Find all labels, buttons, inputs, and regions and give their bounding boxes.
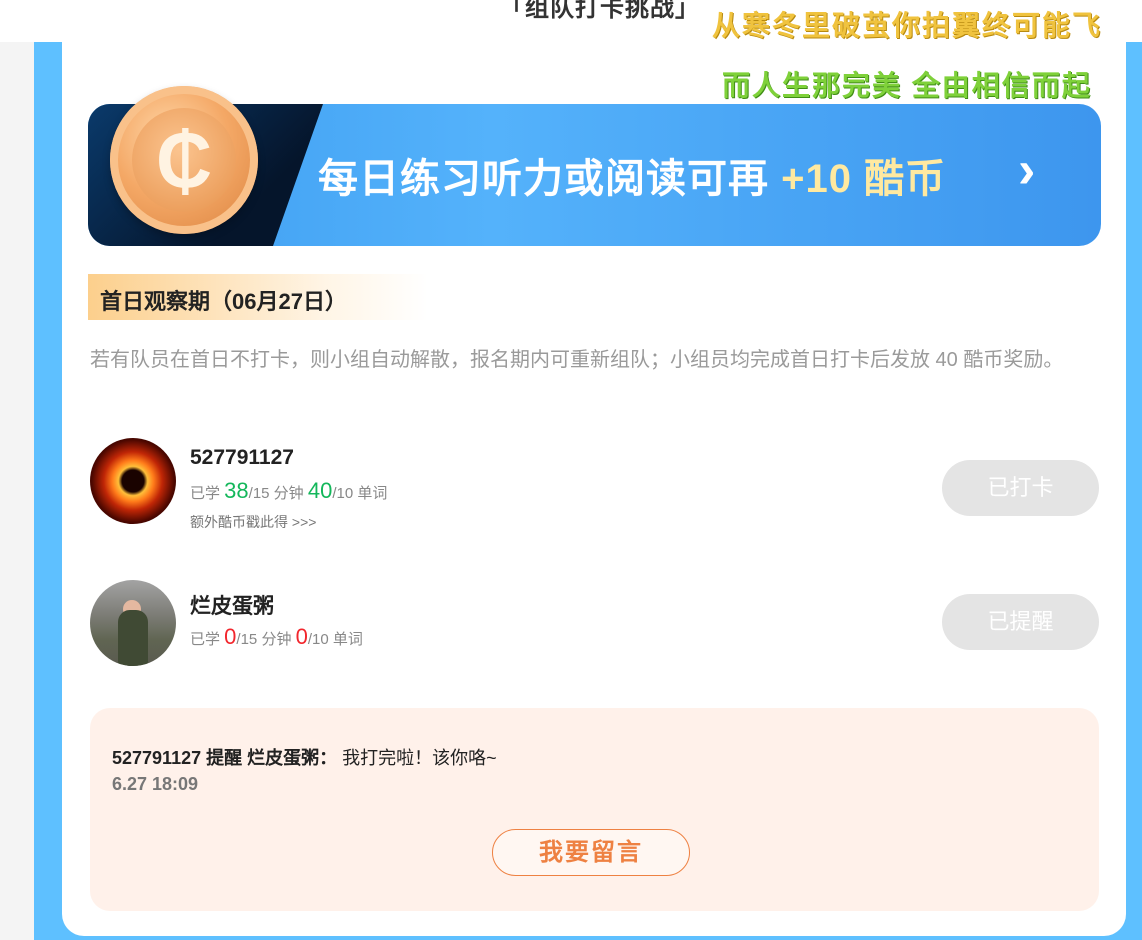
message-sender: 527791127 bbox=[112, 748, 202, 768]
member-row: 527791127 已学 38/15 分钟 40/10 单词 额外酷币戳此得 >… bbox=[90, 438, 1100, 530]
team-challenge-title: 「组队打卡挑战」 bbox=[500, 0, 700, 22]
avatar[interactable] bbox=[90, 438, 176, 524]
lyric-subtitle-line1: 从寒冬里破茧你拍翼终可能飞 bbox=[712, 10, 1103, 41]
chevron-right-icon[interactable]: › bbox=[1018, 140, 1035, 200]
coin-symbol: ₵ bbox=[132, 108, 236, 212]
coin-icon: ₵ bbox=[110, 86, 258, 234]
message-timestamp: 6.27 18:09 bbox=[112, 774, 199, 794]
stats-prefix: 已学 bbox=[190, 631, 225, 648]
words-value: 40 bbox=[307, 478, 333, 503]
reminded-button[interactable]: 已提醒 bbox=[942, 594, 1099, 650]
member-name: 527791127 bbox=[190, 446, 294, 469]
checked-in-button[interactable]: 已打卡 bbox=[942, 460, 1099, 516]
words-value: 0 bbox=[295, 624, 308, 649]
message-content: 我打完啦！该你咯~ bbox=[337, 748, 497, 768]
avatar[interactable] bbox=[90, 580, 176, 666]
banner-text[interactable]: 每日练习听力或阅读可再 +10 酷币 bbox=[318, 146, 946, 204]
words-suffix: /10 单词 bbox=[332, 485, 388, 502]
extra-coins-link[interactable]: 额外酷币戳此得 >>> bbox=[190, 512, 316, 532]
member-stats: 已学 0/15 分钟 0/10 单词 bbox=[190, 624, 363, 650]
section-tag: 首日观察期（06月27日） bbox=[88, 274, 428, 320]
avatar-figure-shape bbox=[118, 610, 148, 666]
member-stats: 已学 38/15 分钟 40/10 单词 bbox=[190, 478, 387, 504]
message-target: 烂皮蛋粥： bbox=[247, 748, 338, 768]
stats-prefix: 已学 bbox=[190, 485, 225, 502]
member-name: 烂皮蛋粥 bbox=[190, 595, 274, 618]
message-box: 527791127 提醒 烂皮蛋粥： 我打完啦！该你咯~ 6.27 18:09 … bbox=[90, 708, 1099, 911]
minutes-value: 0 bbox=[224, 624, 237, 649]
lyric-subtitle-line2: 而人生那完美 全由相信而起 bbox=[722, 70, 1092, 101]
message-line: 527791127 提醒 烂皮蛋粥： 我打完啦！该你咯~ bbox=[112, 744, 497, 770]
member-row: 烂皮蛋粥 已学 0/15 分钟 0/10 单词 已提醒 bbox=[90, 580, 1100, 670]
banner-text-main: 每日练习听力或阅读可再 bbox=[318, 157, 782, 201]
leave-message-button[interactable]: 我要留言 bbox=[492, 829, 690, 876]
minutes-suffix: /15 分钟 bbox=[236, 631, 296, 648]
words-suffix: /10 单词 bbox=[307, 631, 363, 648]
section-title: 首日观察期（06月27日） bbox=[100, 289, 347, 314]
minutes-suffix: /15 分钟 bbox=[248, 485, 308, 502]
section-description: 若有队员在首日不打卡，则小组自动解散，报名期内可重新组队；小组员均完成首日打卡后… bbox=[90, 349, 1064, 371]
message-action: 提醒 bbox=[201, 748, 248, 768]
minutes-value: 38 bbox=[224, 478, 249, 503]
banner-text-highlight: +10 酷币 bbox=[781, 157, 947, 201]
